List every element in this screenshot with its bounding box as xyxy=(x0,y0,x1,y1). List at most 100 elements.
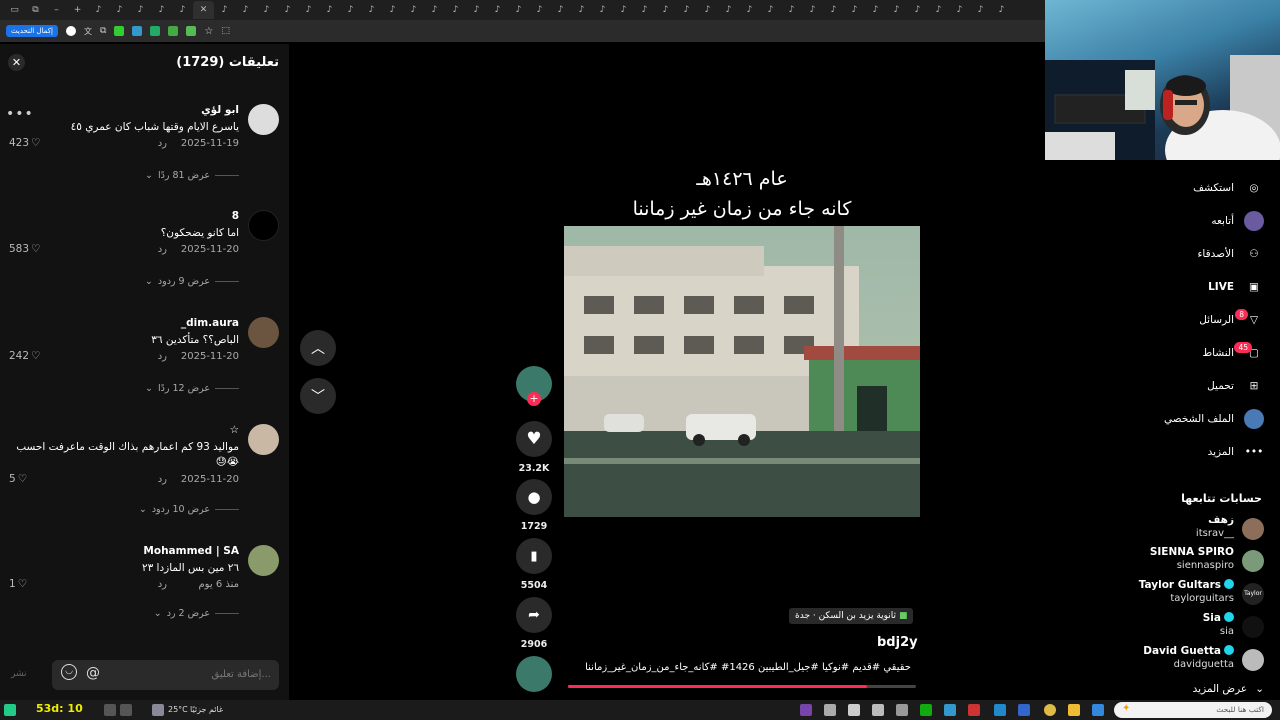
extensions-icon[interactable]: ⧉ xyxy=(100,26,106,36)
creator-avatar[interactable]: + xyxy=(516,366,552,406)
next-video-button[interactable]: ﹀ xyxy=(300,378,336,414)
followed-account[interactable]: SIENNA SPIRO siennaspiro xyxy=(1114,546,1264,576)
sidebar-item-activity[interactable]: ▢ النشاط xyxy=(1202,343,1264,363)
avatar[interactable] xyxy=(248,104,279,135)
tab[interactable]: ♪ xyxy=(340,1,361,19)
sidebar-item-explore[interactable]: ◎ استكشف xyxy=(1193,178,1264,198)
taskbar-app-icon[interactable] xyxy=(872,704,884,716)
reply-button[interactable]: رد xyxy=(158,351,167,362)
taskbar-app-icon[interactable] xyxy=(800,704,812,716)
tab[interactable]: ♪ xyxy=(256,1,277,19)
sound-avatar[interactable] xyxy=(516,656,552,692)
video-progress-bar[interactable] xyxy=(568,685,916,688)
tab[interactable]: ♪ xyxy=(529,1,550,19)
save-button[interactable]: ▮ 5504 xyxy=(516,538,552,591)
taskbar-app-icon[interactable] xyxy=(848,704,860,716)
sidebar-item-live[interactable]: ▣ LIVE xyxy=(1208,277,1264,297)
screenshot-icon[interactable]: ⬚ xyxy=(221,26,230,36)
tab[interactable]: ♪ xyxy=(802,1,823,19)
taskbar-app-icon[interactable] xyxy=(104,704,116,716)
view-replies-button[interactable]: عرض 9 ردود ⌄ xyxy=(145,276,239,287)
xbox-icon[interactable] xyxy=(920,704,932,716)
extension-icon[interactable] xyxy=(114,26,125,36)
start-icon[interactable] xyxy=(4,704,16,716)
translate-icon[interactable]: 文 xyxy=(84,26,92,37)
view-replies-button[interactable]: عرض 2 رد ⌄ xyxy=(154,608,239,619)
tab[interactable]: ♪ xyxy=(466,1,487,19)
comment-username[interactable]: dim.aura_ xyxy=(181,317,239,329)
comment-username[interactable]: Mohammed | SA xyxy=(143,545,239,557)
reply-button[interactable]: رد xyxy=(158,474,167,485)
extension-icon[interactable] xyxy=(132,26,143,36)
extension-icon[interactable] xyxy=(150,26,161,36)
post-button[interactable]: نشر xyxy=(11,669,27,679)
tab-close-icon[interactable]: ✕ xyxy=(193,1,214,19)
close-icon[interactable]: ✕ xyxy=(8,54,25,71)
like-count[interactable]: 583 ♡ xyxy=(9,243,40,255)
tab[interactable]: ♪ xyxy=(445,1,466,19)
reply-button[interactable]: رد xyxy=(158,138,167,149)
tab[interactable]: ♪ xyxy=(403,1,424,19)
tab[interactable]: ♪ xyxy=(277,1,298,19)
tab[interactable]: ♪ xyxy=(991,1,1012,19)
tab[interactable]: ♪ xyxy=(424,1,445,19)
tab[interactable]: ♪ xyxy=(886,1,907,19)
tab[interactable]: ♪ xyxy=(361,1,382,19)
tab[interactable]: ♪ xyxy=(844,1,865,19)
comment-username[interactable]: ☆ xyxy=(230,424,239,436)
tab[interactable]: ♪ xyxy=(928,1,949,19)
profile-icon[interactable] xyxy=(65,26,76,36)
comment-username[interactable]: ابو لؤي xyxy=(201,104,239,116)
tab[interactable]: ♪ xyxy=(235,1,256,19)
reply-button[interactable]: رد xyxy=(158,579,167,590)
tab[interactable]: ♪ xyxy=(970,1,991,19)
sidebar-item-upload[interactable]: ⊞ تحميل xyxy=(1207,376,1264,396)
avatar[interactable] xyxy=(248,424,279,455)
windows-start-icon[interactable] xyxy=(1092,704,1104,716)
like-button[interactable]: ♥ 23.2K xyxy=(516,421,552,474)
reply-button[interactable]: رد xyxy=(158,244,167,255)
tab[interactable]: ♪ xyxy=(382,1,403,19)
tab[interactable]: ▭ xyxy=(4,1,25,19)
tab[interactable]: ♪ xyxy=(655,1,676,19)
tab[interactable]: ♪ xyxy=(151,1,172,19)
avatar[interactable] xyxy=(248,545,279,576)
tab[interactable]: ♪ xyxy=(613,1,634,19)
tab[interactable]: ♪ xyxy=(88,1,109,19)
comment-input[interactable]: إضافة تعليق... @ ◡ xyxy=(52,660,279,690)
tab[interactable]: ♪ xyxy=(718,1,739,19)
settings-icon[interactable] xyxy=(896,704,908,716)
tab[interactable]: ♪ xyxy=(109,1,130,19)
location-tag[interactable]: ■ ثانوية يزيد بن السكن · جدة xyxy=(789,608,914,624)
tab[interactable]: ♪ xyxy=(781,1,802,19)
sidebar-item-profile[interactable]: الملف الشخصي xyxy=(1164,409,1264,429)
like-count[interactable]: 423 ♡ xyxy=(9,137,40,149)
like-count[interactable]: 5 ♡ xyxy=(9,473,27,485)
like-count[interactable]: 1 ♡ xyxy=(9,578,27,590)
tab[interactable]: ♪ xyxy=(634,1,655,19)
extension-icon[interactable] xyxy=(186,26,197,36)
followed-account[interactable]: Sia sia xyxy=(1114,612,1264,642)
tab[interactable]: ♪ xyxy=(760,1,781,19)
video-author[interactable]: bdj2y xyxy=(877,635,918,650)
mention-icon[interactable]: @ xyxy=(86,665,100,681)
tab[interactable]: ♪ xyxy=(487,1,508,19)
tab[interactable]: ♪ xyxy=(130,1,151,19)
sidebar-item-messages[interactable]: ▽ الرسائل xyxy=(1199,310,1264,330)
tab[interactable]: ♪ xyxy=(949,1,970,19)
tab[interactable]: ♪ xyxy=(865,1,886,19)
share-button[interactable]: ➦ 2906 xyxy=(516,597,552,650)
video-player[interactable] xyxy=(564,226,920,517)
followed-account[interactable]: Taylor Taylor Gultars taylorguitars xyxy=(1114,579,1264,609)
video-description[interactable]: حقيقي #قديم #نوكيا #جيل_الطيبين 1426# #ك… xyxy=(570,662,911,673)
view-replies-button[interactable]: عرض 81 ردًا ⌄ xyxy=(145,170,239,181)
tab[interactable]: ♪ xyxy=(571,1,592,19)
tab[interactable]: ♪ xyxy=(550,1,571,19)
followed-account[interactable]: David Guetta davidguetta xyxy=(1114,645,1264,675)
emoji-icon[interactable]: ◡ xyxy=(61,664,77,680)
taskbar-app-icon[interactable] xyxy=(824,704,836,716)
update-button[interactable]: إكمال التحديث xyxy=(6,25,58,37)
extension-icon[interactable] xyxy=(168,26,179,36)
previous-video-button[interactable]: ︿ xyxy=(300,330,336,366)
sidebar-item-friends[interactable]: ⚇ الأصدقاء xyxy=(1198,244,1265,264)
